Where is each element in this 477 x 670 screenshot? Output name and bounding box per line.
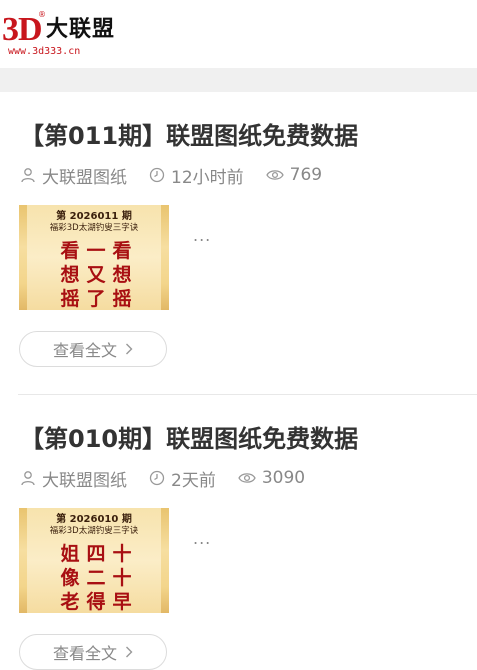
poem-char: 了 <box>86 288 106 310</box>
poem-char: 看 <box>60 240 80 262</box>
poem-char: 又 <box>86 264 106 286</box>
poem-char: 四 <box>86 543 106 565</box>
site-header: 3D ® 大联盟 www.3d333.cn <box>0 0 477 68</box>
read-more-button[interactable]: 查看全文 <box>19 331 167 367</box>
poem-char: 看 <box>112 240 132 262</box>
post-author: 大联盟图纸 <box>20 466 127 491</box>
chevron-right-icon <box>126 646 133 658</box>
post-author: 大联盟图纸 <box>20 163 127 188</box>
post-views-count: 3090 <box>261 468 306 488</box>
poem-char: 想 <box>60 264 80 286</box>
eye-icon <box>238 473 256 483</box>
post-thumbnail[interactable]: 第 2026011 期 福彩3D太湖钓叟三字诀 看 一 看 想 又 想 摇 了 … <box>19 205 169 310</box>
chevron-right-icon <box>126 343 133 355</box>
poem-char: 一 <box>86 240 106 262</box>
thumbnail-poem: 看 一 看 想 又 想 摇 了 摇 <box>57 239 137 310</box>
post-meta: 大联盟图纸 2天前 3090 <box>20 466 327 491</box>
post-time-text: 2天前 <box>171 470 216 491</box>
read-more-label: 查看全文 <box>52 644 117 663</box>
poem-char: 早 <box>112 591 132 613</box>
post-time: 12小时前 <box>149 163 244 188</box>
poem-char: 老 <box>60 591 80 613</box>
logo-3d-mark: 3D <box>2 11 43 48</box>
post-author-name: 大联盟图纸 <box>42 470 127 491</box>
read-more-button[interactable]: 查看全文 <box>19 634 167 670</box>
post-time-text: 12小时前 <box>171 167 244 188</box>
post-title[interactable]: 【第010期】联盟图纸免费数据 <box>20 423 358 455</box>
poem-char: 像 <box>60 567 80 589</box>
read-more-label: 查看全文 <box>52 341 117 360</box>
poem-char: 姐 <box>60 543 80 565</box>
poem-char: 摇 <box>112 288 132 310</box>
header-separator-band <box>0 68 477 92</box>
poem-char: 得 <box>86 591 106 613</box>
post-title[interactable]: 【第011期】联盟图纸免费数据 <box>20 120 358 152</box>
logo-name: 大联盟 <box>46 17 116 42</box>
thumbnail-subtitle: 福彩3D太湖钓叟三字诀 <box>49 223 139 233</box>
post-thumbnail[interactable]: 第 2026010 期 福彩3D太湖钓叟三字诀 姐 四 十 像 二 十 老 得 … <box>19 508 169 613</box>
eye-icon <box>265 170 284 180</box>
thumbnail-issue: 第 2026011 期 <box>56 211 132 222</box>
thumbnail-subtitle: 福彩3D太湖钓叟三字诀 <box>49 526 139 536</box>
clock-icon <box>149 167 165 183</box>
post-views: 3090 <box>238 468 305 488</box>
thumbnail-issue: 第 2026010 期 <box>56 514 132 525</box>
post-views-count: 769 <box>289 165 323 185</box>
poem-char: 十 <box>112 543 132 565</box>
thumbnail-poem: 姐 四 十 像 二 十 老 得 早 <box>57 542 137 613</box>
post-author-name: 大联盟图纸 <box>42 167 127 188</box>
user-icon <box>21 471 35 486</box>
user-icon <box>21 168 35 183</box>
post-divider <box>18 394 477 395</box>
clock-icon <box>149 470 165 486</box>
post-views: 769 <box>265 165 323 185</box>
post-excerpt: ... <box>193 226 212 245</box>
site-logo[interactable]: 3D ® 大联盟 www.3d333.cn <box>2 8 142 58</box>
poem-char: 摇 <box>60 288 80 310</box>
poem-char: 十 <box>112 567 132 589</box>
post-excerpt: ... <box>193 529 212 548</box>
post-time: 2天前 <box>149 466 216 491</box>
post-meta: 大联盟图纸 12小时前 769 <box>20 163 344 188</box>
logo-url: www.3d333.cn <box>8 46 81 57</box>
logo-registered-mark: ® <box>38 10 46 19</box>
poem-char: 二 <box>86 567 106 589</box>
poem-char: 想 <box>112 264 132 286</box>
